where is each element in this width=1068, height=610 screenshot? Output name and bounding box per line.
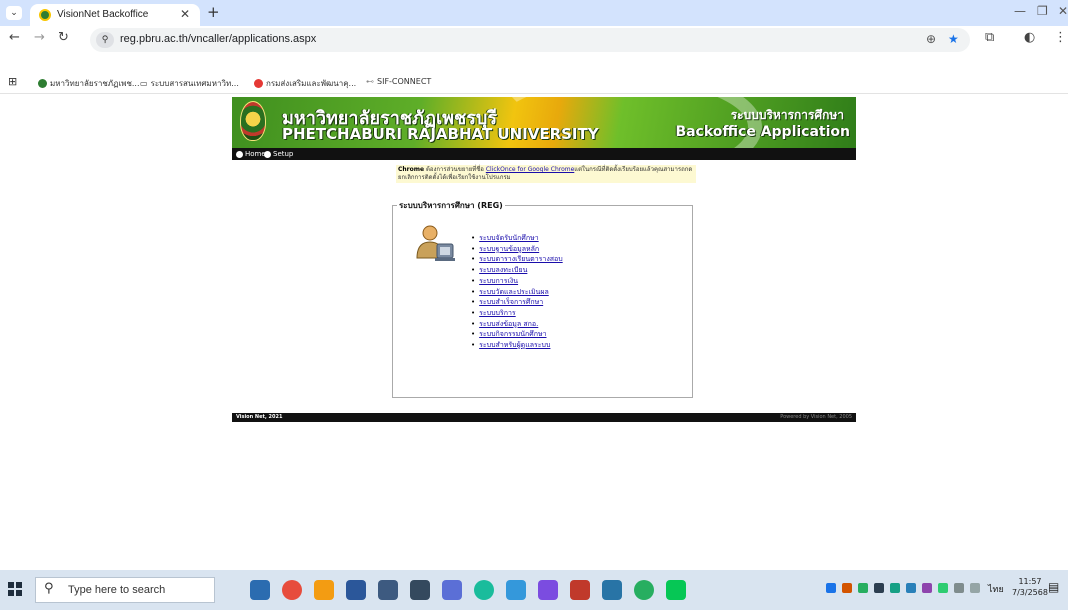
line-icon[interactable] [666,580,686,600]
link-graduation[interactable]: ระบบสำเร็จการศึกษา [471,297,563,308]
chrome-extension-notice: Chrome ต้องการส่วนขยายที่ชื่อ ClickOnce … [396,165,696,183]
home-link[interactable]: Home [236,148,266,160]
address-row: ← → ↻ ⚲ reg.pbru.ac.th/vncaller/applicat… [0,26,1068,70]
app-icon[interactable] [378,580,398,600]
clickonce-link[interactable]: ClickOnce for Google Chrome [486,166,574,173]
page-footer: Vision Net, 2021 Powered by Vision Net, … [232,413,856,422]
zoom-icon[interactable]: ⊕ [926,32,936,46]
new-tab-icon[interactable]: + [207,3,220,21]
tray-icon[interactable] [874,583,884,593]
favicon-icon [39,9,51,21]
notification-icon[interactable]: ▤ [1048,580,1059,594]
university-banner: มหาวิทยาลัยราชภัฏเพชรบุรี PHETCHABURI RA… [232,97,856,148]
app-icon[interactable] [538,580,558,600]
bookmark-item[interactable]: กรมส่งเสริมและพัฒนาคุ... [254,77,356,90]
bookmarks-bar: ⊞ มหาวิทยาลัยราชภัฏเพช... ▭ ระบบสารสนเทศม… [0,74,1068,94]
reload-icon[interactable]: ↻ [58,30,69,45]
page-content: มหาวิทยาลัยราชภัฏเพชรบุรี PHETCHABURI RA… [0,95,1068,570]
chrome-icon[interactable] [282,580,302,600]
app-icon[interactable] [442,580,462,600]
link-timetable[interactable]: ระบบตารางเรียนตารางสอบ [471,254,563,265]
search-icon: ⚲ [44,581,54,596]
system-links-list: ระบบจัดรับนักศึกษา ระบบฐานข้อมูลหลัก ระบ… [471,233,563,351]
language-indicator[interactable]: ไทย [988,582,1004,596]
bookmark-item[interactable]: ⊷ SIF-CONNECT [366,77,431,86]
tray-icon[interactable] [938,583,948,593]
calculator-icon[interactable] [410,580,430,600]
apps-grid-icon[interactable]: ⊞ [8,75,17,88]
volume-icon[interactable] [970,583,980,593]
tab-visionnet[interactable]: VisionNet Backoffice ✕ [30,4,200,26]
menu-kebab-icon[interactable]: ⋮ [1054,30,1067,45]
firefox-icon[interactable] [314,580,334,600]
restore-icon[interactable]: ❐ [1037,4,1048,18]
user-computer-icon [416,225,455,261]
banner-system-english: Backoffice Application [675,124,850,140]
windows-taskbar: ⚲ Type here to search ไทย 11:57 7/3/2568… [0,570,1068,610]
bookmark-item[interactable]: มหาวิทยาลัยราชภัฏเพช... [38,77,140,90]
windows-start-icon[interactable] [8,582,22,596]
search-placeholder: Type here to search [68,584,166,596]
panel-legend: ระบบบริหารการศึกษา (REG) [397,199,505,212]
banner-title-english: PHETCHABURI RAJABHAT UNIVERSITY [282,125,599,143]
link-student-activities[interactable]: ระบบกิจกรรมนักศึกษา [471,329,563,340]
back-icon[interactable]: ← [9,30,20,45]
system-clock[interactable]: 11:57 7/3/2568 [1012,576,1048,598]
bookmark-star-icon[interactable]: ★ [948,32,959,46]
extensions-icon[interactable]: ⧉ [985,30,994,45]
university-logo [240,101,266,141]
link-data-submission[interactable]: ระบบส่งข้อมูล สกอ. [471,319,563,330]
footer-right: Powered by Vision Net, 2005 [780,414,852,420]
tab-search-icon[interactable]: ⌄ [6,6,22,20]
file-explorer-icon[interactable] [250,580,270,600]
tray-icon[interactable] [922,583,932,593]
network-icon[interactable] [954,583,964,593]
setup-icon [264,150,271,158]
bluetooth-tray-icon[interactable] [826,583,836,593]
app-icon[interactable] [506,580,526,600]
close-tab-icon[interactable]: ✕ [180,7,190,21]
tray-icon[interactable] [858,583,868,593]
link-finance[interactable]: ระบบการเงิน [471,276,563,287]
app-icon[interactable] [570,580,590,600]
app-icon[interactable] [602,580,622,600]
tray-icon[interactable] [842,583,852,593]
link-admin[interactable]: ระบบสำหรับผู้ดูแลระบบ [471,340,563,351]
setup-link[interactable]: Setup [264,148,293,160]
home-icon [236,150,243,158]
url-text: reg.pbru.ac.th/vncaller/applications.asp… [120,33,317,45]
link-admission[interactable]: ระบบจัดรับนักศึกษา [471,233,563,244]
footer-left: Vision Net, 2021 [236,414,283,420]
bookmark-folder[interactable]: ▭ ระบบสารสนเทศมหาวิท... [140,77,239,90]
minimize-icon[interactable]: — [1014,4,1026,18]
tray-icon[interactable] [906,583,916,593]
forward-icon[interactable]: → [34,30,45,45]
site-info-icon[interactable]: ⚲ [96,32,114,48]
profile-icon[interactable]: ◐ [1024,30,1035,45]
close-window-icon[interactable]: ✕ [1058,4,1068,18]
tray-icon[interactable] [890,583,900,593]
link-master-data[interactable]: ระบบฐานข้อมูลหลัก [471,244,563,255]
banner-system-thai: ระบบบริหารการศึกษา [730,108,844,122]
edge-icon[interactable] [474,580,494,600]
link-evaluation[interactable]: ระบบวัดและประเมินผล [471,287,563,298]
reg-system-panel: ระบบบริหารการศึกษา (REG) ระบบจัดรับนักศึ… [392,199,693,398]
link-services[interactable]: ระบบบริการ [471,308,563,319]
tab-title: VisionNet Backoffice [57,9,149,20]
top-menu-bar: Home Setup [232,148,856,160]
word-icon[interactable] [346,580,366,600]
taskbar-search-box[interactable]: ⚲ Type here to search [35,577,215,603]
link-registration[interactable]: ระบบลงทะเบียน [471,265,563,276]
browser-tab-bar: ⌄ VisionNet Backoffice ✕ + — ❐ ✕ [0,0,1068,26]
address-bar[interactable]: ⚲ reg.pbru.ac.th/vncaller/applications.a… [90,28,970,52]
active-chrome-icon[interactable] [634,580,654,600]
